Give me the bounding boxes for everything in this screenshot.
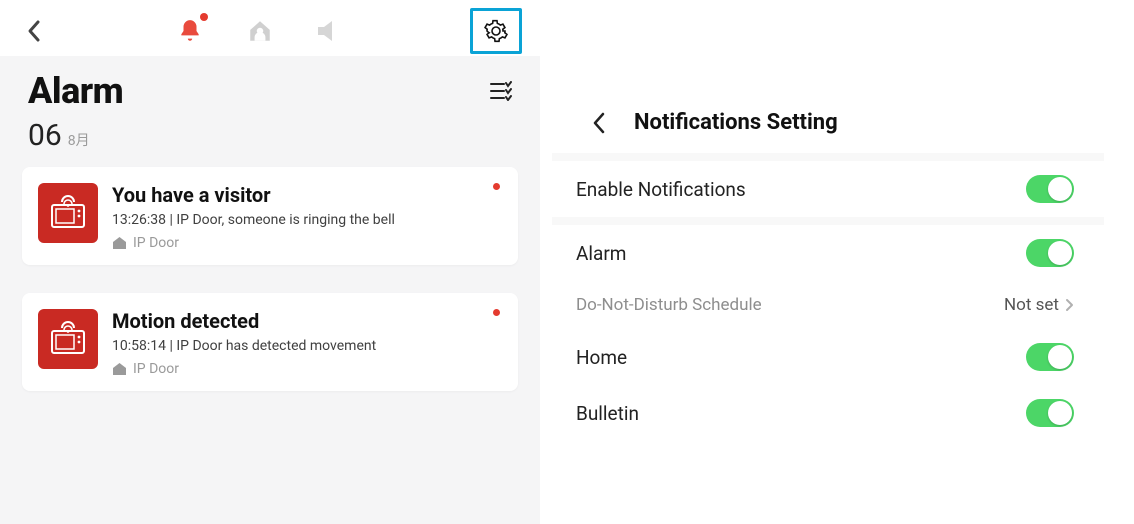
- settings-button[interactable]: [480, 15, 512, 47]
- alarm-screen: Alarm 06 8月: [0, 0, 540, 524]
- setting-label: Enable Notifications: [576, 178, 746, 201]
- setting-label: Bulletin: [576, 402, 639, 425]
- page-title: Alarm: [28, 70, 123, 112]
- toggle-bulletin[interactable]: [1026, 399, 1074, 427]
- device-icon: [38, 309, 98, 369]
- settings-screen: Notifications Setting Enable Notificatio…: [540, 0, 1134, 524]
- setting-value: Not set: [1004, 295, 1074, 315]
- chevron-left-icon: [26, 19, 42, 43]
- event-source: IP Door: [112, 235, 500, 251]
- setting-alarm: Alarm: [552, 225, 1104, 281]
- setting-home: Home: [552, 329, 1104, 385]
- page-title: Notifications Setting: [634, 110, 838, 135]
- settings-header: Notifications Setting: [552, 0, 1104, 153]
- date-day: 06: [28, 118, 62, 153]
- unread-dot: [493, 309, 500, 316]
- event-subtitle: 10:58:14 | IP Door has detected movement: [112, 338, 500, 354]
- filter-check-icon: [490, 81, 512, 101]
- chevron-right-icon: [1065, 298, 1074, 312]
- event-source: IP Door: [112, 361, 500, 377]
- event-card[interactable]: Motion detected 10:58:14 | IP Door has d…: [22, 293, 518, 391]
- toggle-home[interactable]: [1026, 343, 1074, 371]
- unread-dot: [493, 183, 500, 190]
- setting-label: Home: [576, 346, 627, 369]
- setting-label: Alarm: [576, 242, 626, 265]
- home-icon: [112, 236, 127, 250]
- toggle-enable-notifications[interactable]: [1026, 175, 1074, 203]
- home-icon: [112, 362, 127, 376]
- tab-bulletin[interactable]: [314, 15, 346, 47]
- event-title: You have a visitor: [112, 183, 500, 207]
- alarm-header: Alarm: [0, 56, 540, 114]
- tab-alarm[interactable]: [174, 15, 206, 47]
- setting-label: Do-Not-Disturb Schedule: [576, 295, 762, 315]
- event-card[interactable]: You have a visitor 13:26:38 | IP Door, s…: [22, 167, 518, 265]
- date-month: 8月: [68, 130, 90, 150]
- chevron-left-icon: [592, 112, 606, 134]
- filter-button[interactable]: [490, 81, 512, 101]
- back-button[interactable]: [592, 112, 606, 134]
- event-source-label: IP Door: [133, 361, 179, 377]
- toggle-alarm[interactable]: [1026, 239, 1074, 267]
- top-bar: [0, 0, 540, 56]
- bell-icon: [177, 18, 203, 44]
- back-button[interactable]: [18, 15, 50, 47]
- setting-bulletin: Bulletin: [552, 385, 1104, 441]
- dnd-value-text: Not set: [1004, 295, 1059, 315]
- gear-icon: [484, 19, 508, 43]
- date-row: 06 8月: [0, 114, 540, 161]
- setting-dnd-schedule[interactable]: Do-Not-Disturb Schedule Not set: [552, 281, 1104, 329]
- event-source-label: IP Door: [133, 235, 179, 251]
- settings-button-highlight: [470, 8, 522, 54]
- setting-enable-notifications: Enable Notifications: [552, 161, 1104, 217]
- top-tabs: [174, 15, 346, 47]
- event-list: You have a visitor 13:26:38 | IP Door, s…: [0, 161, 540, 425]
- profile-icon: [247, 18, 273, 44]
- device-icon: [38, 183, 98, 243]
- event-subtitle: 13:26:38 | IP Door, someone is ringing t…: [112, 212, 500, 228]
- speaker-icon: [316, 19, 344, 43]
- event-title: Motion detected: [112, 309, 500, 333]
- unread-dot: [200, 13, 208, 21]
- tab-home[interactable]: [244, 15, 276, 47]
